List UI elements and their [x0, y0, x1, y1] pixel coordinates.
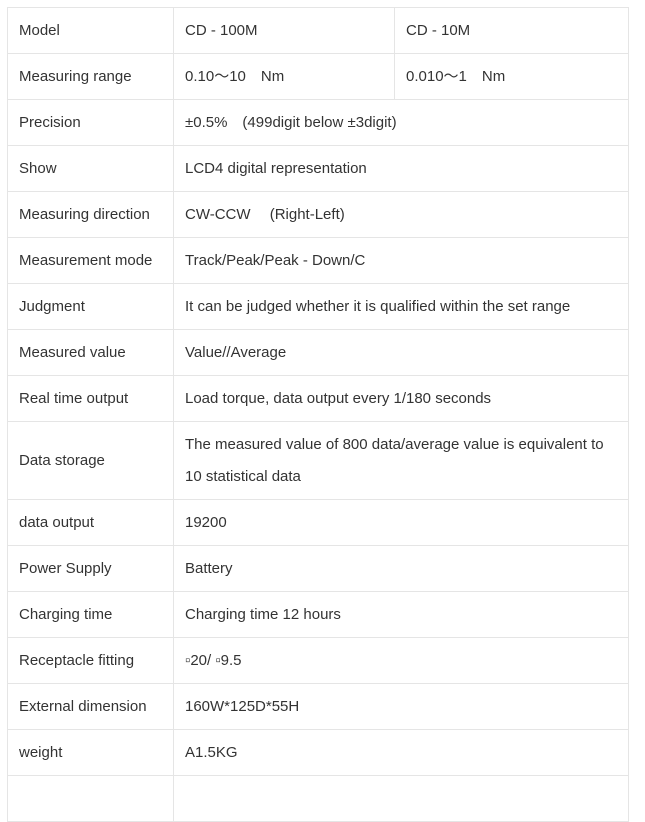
row-label: Measuring range: [7, 53, 174, 100]
specification-table: Model CD - 100M CD - 10M Measuring range…: [7, 7, 629, 822]
table-row: External dimension 160W*125D*55H: [7, 683, 629, 730]
row-value: Battery: [173, 545, 629, 592]
row-value: Load torque, data output every 1/180 sec…: [173, 375, 629, 422]
row-label: Precision: [7, 99, 174, 146]
row-label: Charging time: [7, 591, 174, 638]
row-value: 160W*125D*55H: [173, 683, 629, 730]
range-cd-100m: 0.10～10 Nm: [173, 53, 395, 100]
model-cd-100m: CD - 100M: [173, 7, 395, 54]
row-label: Model: [7, 7, 174, 54]
row-label: Measuring direction: [7, 191, 174, 238]
row-label: Power Supply: [7, 545, 174, 592]
model-cd-10m: CD - 10M: [394, 7, 629, 54]
row-value: CW-CCW (Right-Left): [173, 191, 629, 238]
table-row: data output 19200: [7, 499, 629, 546]
row-value: A1.5KG: [173, 729, 629, 776]
row-value: ▫20/ ▫9.5: [173, 637, 629, 684]
table-row: Measured value Value//Average: [7, 329, 629, 376]
table-row: Data storage The measured value of 800 d…: [7, 421, 629, 500]
table-row: Receptacle fitting ▫20/ ▫9.5: [7, 637, 629, 684]
table-row: Measurement mode Track/Peak/Peak - Down/…: [7, 237, 629, 284]
row-value: Charging time 12 hours: [173, 591, 629, 638]
row-value-empty: [173, 775, 629, 822]
table-row: Show LCD4 digital representation: [7, 145, 629, 192]
row-value: ±0.5% (499digit below ±3digit): [173, 99, 629, 146]
row-label: Show: [7, 145, 174, 192]
row-value: Value//Average: [173, 329, 629, 376]
table-row-cut-off: [7, 775, 629, 822]
row-label: External dimension: [7, 683, 174, 730]
row-label: Receptacle fitting: [7, 637, 174, 684]
row-value: The measured value of 800 data/average v…: [173, 421, 629, 500]
row-value: 19200: [173, 499, 629, 546]
row-label: Judgment: [7, 283, 174, 330]
row-label: Real time output: [7, 375, 174, 422]
table-row-measuring-range: Measuring range 0.10～10 Nm 0.010～1 Nm: [7, 53, 629, 100]
table-row: Charging time Charging time 12 hours: [7, 591, 629, 638]
row-label: Measurement mode: [7, 237, 174, 284]
row-label: Data storage: [7, 421, 174, 500]
row-value: LCD4 digital representation: [173, 145, 629, 192]
table-row: Precision ±0.5% (499digit below ±3digit): [7, 99, 629, 146]
table-row: weight A1.5KG: [7, 729, 629, 776]
table-row-model: Model CD - 100M CD - 10M: [7, 7, 629, 54]
table-row: Real time output Load torque, data outpu…: [7, 375, 629, 422]
row-value: Track/Peak/Peak - Down/C: [173, 237, 629, 284]
table-row: Power Supply Battery: [7, 545, 629, 592]
row-label: Measured value: [7, 329, 174, 376]
row-label: data output: [7, 499, 174, 546]
row-value: It can be judged whether it is qualified…: [173, 283, 629, 330]
row-label-empty: [7, 775, 174, 822]
table-row: Measuring direction CW-CCW (Right-Left): [7, 191, 629, 238]
table-row: Judgment It can be judged whether it is …: [7, 283, 629, 330]
row-label: weight: [7, 729, 174, 776]
range-cd-10m: 0.010～1 Nm: [394, 53, 629, 100]
